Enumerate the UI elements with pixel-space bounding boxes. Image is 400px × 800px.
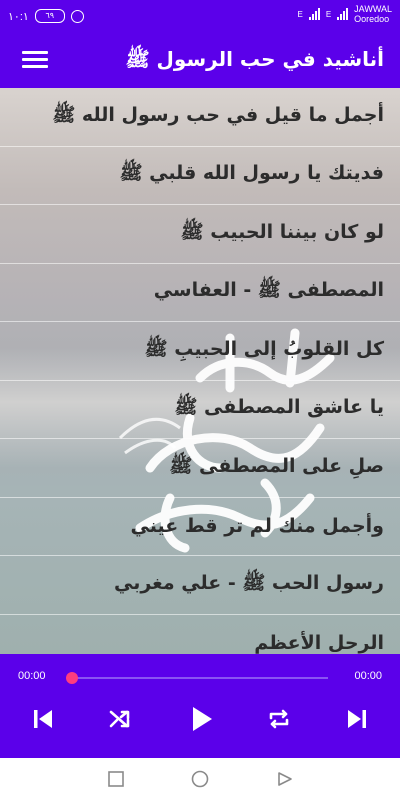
seek-thumb[interactable] <box>66 672 78 684</box>
app-title: أناشيد في حب الرسول ﷺ <box>125 47 384 71</box>
status-left: ١٠:١ ٦٩ <box>8 9 84 23</box>
song-item[interactable]: الرحل الأعظم <box>0 615 400 654</box>
carrier-line-2: Ooredoo <box>354 14 390 24</box>
signal-icon <box>308 8 320 20</box>
song-title: الرحل الأعظم <box>254 632 384 654</box>
shuffle-icon[interactable] <box>103 702 137 736</box>
network-type: E <box>297 9 303 19</box>
signal-icon-2 <box>337 8 349 20</box>
skip-next-icon[interactable] <box>340 702 374 736</box>
song-title: المصطفى ﷺ - العفاسي <box>153 279 384 302</box>
song-item[interactable]: كل القلوبُ إلى الحبيبِ ﷺ <box>0 322 400 381</box>
hamburger-menu-icon[interactable] <box>22 51 48 69</box>
song-title: صلِ على المصطفى ﷺ <box>169 454 384 477</box>
status-time: ١٠:١ <box>8 10 29 23</box>
recents-square-icon[interactable] <box>107 770 125 788</box>
song-item[interactable]: لو كان بيننا الحبيب ﷺ <box>0 205 400 264</box>
alarm-icon <box>70 9 84 23</box>
play-icon[interactable] <box>184 702 218 736</box>
song-item[interactable]: المصطفى ﷺ - العفاسي <box>0 264 400 322</box>
repeat-icon[interactable] <box>262 702 296 736</box>
song-title: فديتك يا رسول الله قلبي ﷺ <box>119 162 384 185</box>
total-time: 00:00 <box>354 670 382 682</box>
song-item[interactable]: فديتك يا رسول الله قلبي ﷺ <box>0 147 400 205</box>
carrier-info: JAWWAL Ooredoo <box>354 4 392 24</box>
current-time: 00:00 <box>18 670 46 682</box>
seek-bar[interactable] <box>66 672 328 684</box>
player-bar: 00:00 00:00 <box>0 654 400 758</box>
network-type-2: E <box>325 9 332 19</box>
song-title: وأجمل منك لم تر قط عيني <box>130 515 385 538</box>
home-circle-icon[interactable] <box>191 770 209 788</box>
battery-icon: ٦٩ <box>34 9 65 23</box>
carrier-line-1: JAWWAL <box>354 4 392 14</box>
song-title: يا عاشق المصطفى ﷺ <box>174 396 384 419</box>
back-triangle-icon[interactable] <box>276 770 294 788</box>
status-bar: ١٠:١ ٦٩ E E JAWWAL Ooredoo <box>0 0 400 32</box>
skip-previous-icon[interactable] <box>26 702 60 736</box>
system-nav-bar <box>0 758 400 800</box>
song-title: أجمل ما قيل في حب رسول الله ﷺ <box>52 103 384 126</box>
song-title: كل القلوبُ إلى الحبيبِ ﷺ <box>144 337 384 360</box>
song-item[interactable]: وأجمل منك لم تر قط عيني <box>0 498 400 556</box>
song-title: لو كان بيننا الحبيب ﷺ <box>180 220 384 243</box>
song-item[interactable]: أجمل ما قيل في حب رسول الله ﷺ <box>0 88 400 147</box>
song-item[interactable]: صلِ على المصطفى ﷺ <box>0 439 400 498</box>
song-title: رسول الحب ﷺ - علي مغربي <box>113 571 384 594</box>
status-right: E E JAWWAL Ooredoo <box>297 4 392 24</box>
song-list[interactable]: أجمل ما قيل في حب رسول الله ﷺ فديتك يا ر… <box>0 88 400 654</box>
song-item[interactable]: يا عاشق المصطفى ﷺ <box>0 381 400 439</box>
song-item[interactable]: رسول الحب ﷺ - علي مغربي <box>0 556 400 615</box>
battery-level: ٦٩ <box>45 11 55 20</box>
app-bar: أناشيد في حب الرسول ﷺ <box>0 32 400 88</box>
